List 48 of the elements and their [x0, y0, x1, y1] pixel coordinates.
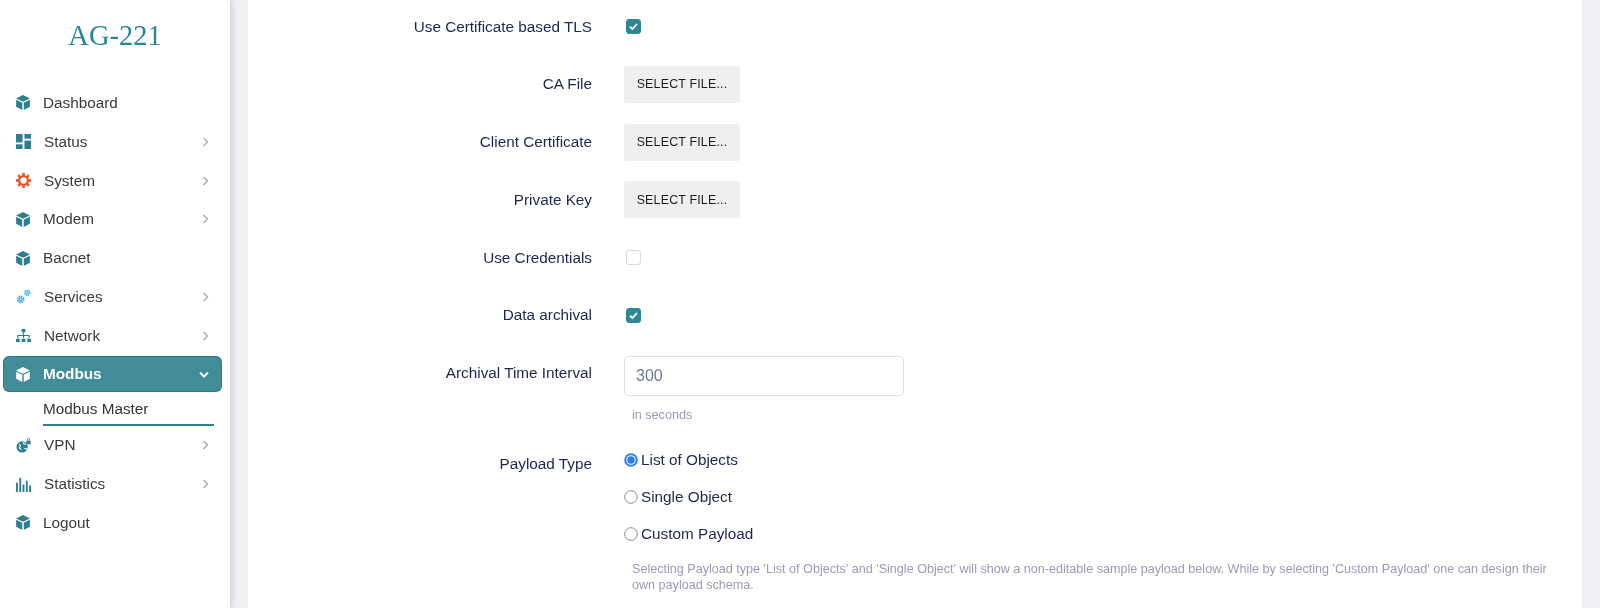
field-label: Payload Type: [499, 454, 592, 475]
nav-item[interactable]: Status: [4, 124, 221, 159]
nav-item[interactable]: System: [4, 163, 221, 198]
field-label: Use Credentials: [483, 247, 592, 268]
select-file-button[interactable]: SELECT FILE...: [624, 123, 740, 161]
nav-item[interactable]: VPN: [4, 428, 221, 463]
select-file-button[interactable]: SELECT FILE...: [624, 65, 740, 103]
brand-logo: AG-221: [68, 20, 162, 52]
select-file-button[interactable]: SELECT FILE...: [624, 181, 740, 219]
nav-item[interactable]: Modbus: [4, 357, 221, 392]
help-text: Selecting Payload type 'List of Objects' and 'Single Object' will show a non-editable sample payload below. While by selecting 'Custom Payload' one can design their own payload schema.: [632, 561, 1548, 594]
field-label: CA File: [542, 74, 592, 95]
gear-icon: [16, 173, 31, 189]
cube-icon: [16, 211, 30, 227]
field-label: Use Certificate based TLS: [413, 16, 592, 37]
option-label: List of Objects: [641, 451, 738, 470]
radio-button[interactable]: [624, 490, 638, 505]
cube-icon: [16, 366, 30, 382]
gears-icon: [16, 289, 31, 305]
nav-item[interactable]: Services: [4, 279, 221, 314]
option-label: Custom Payload: [641, 525, 754, 544]
nav-item[interactable]: Statistics: [4, 467, 221, 501]
checkbox[interactable]: [626, 307, 641, 323]
option-label: Single Object: [641, 488, 732, 507]
field-label: Archival Time Interval: [445, 363, 592, 383]
cube-icon: [16, 250, 30, 266]
nav-item[interactable]: Network: [4, 318, 221, 353]
radio-button[interactable]: [624, 527, 638, 542]
input-field[interactable]: 300: [624, 356, 904, 396]
radio-button[interactable]: [624, 453, 638, 468]
cube-icon: [16, 515, 30, 531]
grid-icon: [16, 134, 31, 150]
checkbox[interactable]: [626, 19, 641, 34]
check-icon: [629, 311, 638, 319]
nav-item[interactable]: Logout: [4, 505, 221, 540]
sitemap-icon: [16, 328, 31, 344]
submenu-item[interactable]: Modbus Master: [43, 393, 214, 426]
field-label: Private Key: [513, 189, 592, 210]
globe-lock-icon: [16, 437, 31, 453]
bar-chart-icon: [16, 476, 31, 492]
field-label: Client Certificate: [479, 132, 592, 152]
nav-item[interactable]: Modem: [4, 202, 221, 237]
cube-icon: [16, 95, 30, 111]
hint-text: in seconds: [632, 408, 693, 422]
nav-item[interactable]: Dashboard: [4, 86, 221, 120]
field-label: Data archival: [502, 305, 592, 326]
check-icon: [629, 23, 638, 30]
nav-item[interactable]: Bacnet: [4, 241, 221, 276]
